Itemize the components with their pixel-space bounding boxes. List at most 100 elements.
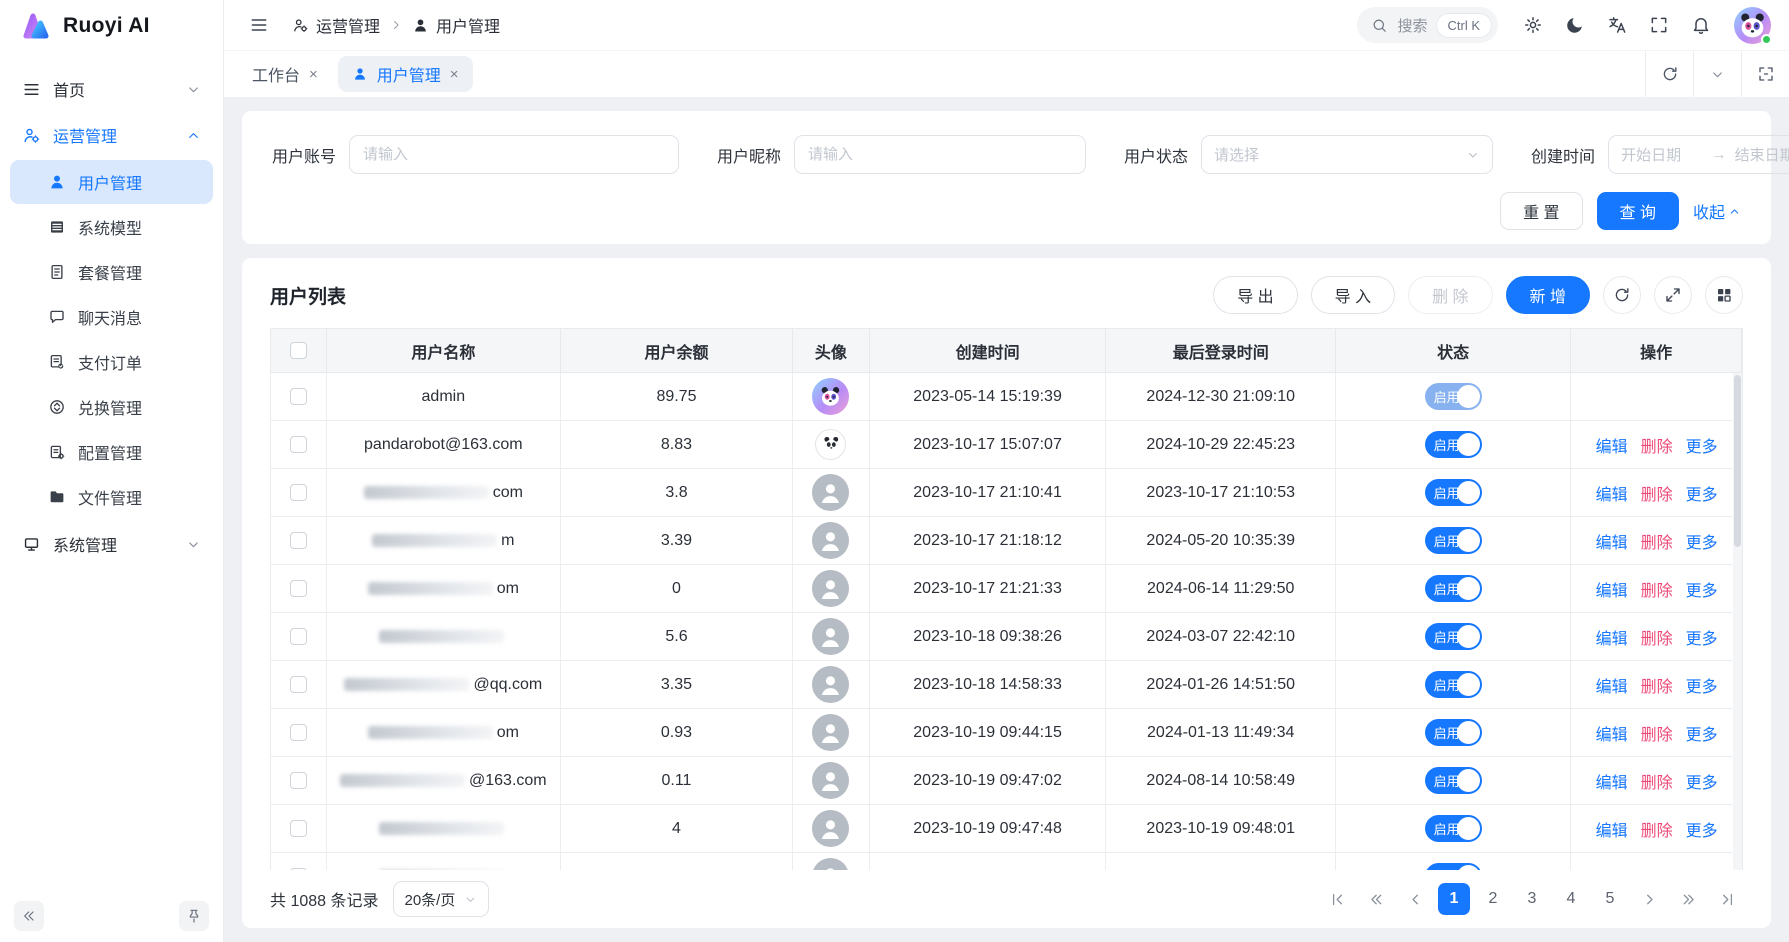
delete-link[interactable]: 删除 [1641, 625, 1673, 649]
more-link[interactable]: 更多 [1686, 529, 1718, 553]
prev-page-button[interactable] [1399, 883, 1431, 915]
dark-mode-button[interactable] [1558, 8, 1592, 42]
language-button[interactable] [1600, 8, 1634, 42]
edit-link[interactable]: 编辑 [1596, 433, 1628, 457]
more-link[interactable]: 更多 [1686, 625, 1718, 649]
table-scrollbar[interactable] [1733, 373, 1742, 870]
reset-button[interactable]: 重 置 [1500, 192, 1582, 230]
select-all-checkbox[interactable] [290, 342, 307, 359]
import-button[interactable]: 导 入 [1311, 276, 1395, 314]
sidebar-subitem-model-icon[interactable]: 系统模型 [10, 205, 213, 249]
page-button-4[interactable]: 4 [1555, 883, 1587, 915]
edit-link[interactable]: 编辑 [1596, 817, 1628, 841]
row-checkbox[interactable] [290, 628, 307, 645]
sidebar-item-system[interactable]: 系统管理 [10, 521, 213, 567]
brand[interactable]: Ruoyi AI [0, 0, 223, 52]
maximize-content-button[interactable] [1741, 51, 1789, 97]
search-button[interactable]: 查 询 [1597, 192, 1679, 230]
fast-forward-button[interactable] [1672, 883, 1704, 915]
edit-link[interactable]: 编辑 [1596, 625, 1628, 649]
pin-sidebar-button[interactable] [179, 901, 209, 931]
status-toggle[interactable]: 启用 [1425, 575, 1482, 602]
delete-link[interactable]: 删除 [1641, 673, 1673, 697]
add-button[interactable]: 新 增 [1506, 276, 1590, 314]
more-link[interactable]: 更多 [1686, 433, 1718, 457]
delete-link[interactable]: 删除 [1641, 433, 1673, 457]
status-toggle[interactable]: 启用 [1425, 623, 1482, 650]
row-checkbox[interactable] [290, 676, 307, 693]
refresh-table-button[interactable] [1603, 276, 1641, 314]
last-page-button[interactable] [1711, 883, 1743, 915]
row-checkbox[interactable] [290, 388, 307, 405]
sidebar-subitem-redeem-icon[interactable]: 兑换管理 [10, 385, 213, 429]
page-button-2[interactable]: 2 [1477, 883, 1509, 915]
tab-user-management[interactable]: 用户管理 × [338, 56, 473, 92]
edit-link[interactable]: 编辑 [1596, 721, 1628, 745]
refresh-tab-button[interactable] [1645, 51, 1693, 97]
tab-workbench[interactable]: 工作台 × [238, 56, 332, 92]
more-link[interactable]: 更多 [1686, 577, 1718, 601]
sidebar-subitem-chat-icon[interactable]: 聊天消息 [10, 295, 213, 339]
collapse-sidebar-button[interactable] [14, 901, 44, 931]
page-button-3[interactable]: 3 [1516, 883, 1548, 915]
sidebar-item-operations[interactable]: 运营管理 [10, 112, 213, 158]
user-avatar[interactable] [1734, 7, 1771, 44]
more-link[interactable]: 更多 [1686, 817, 1718, 841]
scrollbar-thumb[interactable] [1734, 375, 1741, 547]
page-button-1[interactable]: 1 [1438, 883, 1470, 915]
global-search[interactable]: 搜索 Ctrl K [1357, 7, 1498, 43]
status-toggle[interactable]: 启用 [1425, 479, 1482, 506]
delete-link[interactable]: 删除 [1641, 481, 1673, 505]
delete-link[interactable]: 删除 [1641, 769, 1673, 793]
row-checkbox[interactable] [290, 772, 307, 789]
first-page-button[interactable] [1321, 883, 1353, 915]
more-link[interactable]: 更多 [1686, 769, 1718, 793]
status-toggle[interactable]: 启用 [1425, 767, 1482, 794]
sidebar-subitem-user-icon[interactable]: 用户管理 [10, 160, 213, 204]
more-link[interactable]: 更多 [1686, 865, 1718, 871]
status-toggle[interactable]: 启用 [1425, 671, 1482, 698]
delete-link[interactable]: 删除 [1641, 817, 1673, 841]
edit-link[interactable]: 编辑 [1596, 577, 1628, 601]
edit-link[interactable]: 编辑 [1596, 865, 1628, 871]
column-settings-button[interactable] [1705, 276, 1743, 314]
page-button-5[interactable]: 5 [1594, 883, 1626, 915]
close-icon[interactable]: × [309, 67, 318, 82]
status-toggle[interactable]: 启用 [1425, 383, 1482, 410]
more-link[interactable]: 更多 [1686, 673, 1718, 697]
edit-link[interactable]: 编辑 [1596, 529, 1628, 553]
account-input[interactable] [349, 135, 679, 174]
edit-link[interactable]: 编辑 [1596, 481, 1628, 505]
sidebar-subitem-config-icon[interactable]: 配置管理 [10, 430, 213, 474]
row-checkbox[interactable] [290, 484, 307, 501]
fast-back-button[interactable] [1360, 883, 1392, 915]
status-toggle[interactable]: 启用 [1425, 719, 1482, 746]
edit-link[interactable]: 编辑 [1596, 769, 1628, 793]
nickname-input[interactable] [794, 135, 1086, 174]
status-toggle[interactable]: 启用 [1425, 815, 1482, 842]
sidebar-subitem-folder-icon[interactable]: 文件管理 [10, 475, 213, 519]
row-checkbox[interactable] [290, 580, 307, 597]
sidebar-subitem-order-icon[interactable]: 支付订单 [10, 340, 213, 384]
status-toggle[interactable]: 启用 [1425, 431, 1482, 458]
collapse-filter-link[interactable]: 收起 [1693, 199, 1741, 223]
sidebar-subitem-package-icon[interactable]: 套餐管理 [10, 250, 213, 294]
row-checkbox[interactable] [290, 436, 307, 453]
row-checkbox[interactable] [290, 868, 307, 870]
date-range-picker[interactable]: 开始日期 → 结束日期 [1608, 135, 1789, 174]
edit-link[interactable]: 编辑 [1596, 673, 1628, 697]
row-checkbox[interactable] [290, 532, 307, 549]
breadcrumb-operations[interactable]: 运营管理 [292, 13, 380, 37]
settings-button[interactable] [1516, 8, 1550, 42]
next-page-button[interactable] [1633, 883, 1665, 915]
sidebar-item-home[interactable]: 首页 [10, 66, 213, 112]
delete-link[interactable]: 删除 [1641, 529, 1673, 553]
toggle-sidebar-button[interactable] [242, 8, 276, 42]
delete-link[interactable]: 删除 [1641, 865, 1673, 871]
more-link[interactable]: 更多 [1686, 481, 1718, 505]
delete-button[interactable]: 删 除 [1408, 276, 1492, 314]
expand-table-button[interactable] [1654, 276, 1692, 314]
row-checkbox[interactable] [290, 820, 307, 837]
export-button[interactable]: 导 出 [1213, 276, 1297, 314]
delete-link[interactable]: 删除 [1641, 577, 1673, 601]
